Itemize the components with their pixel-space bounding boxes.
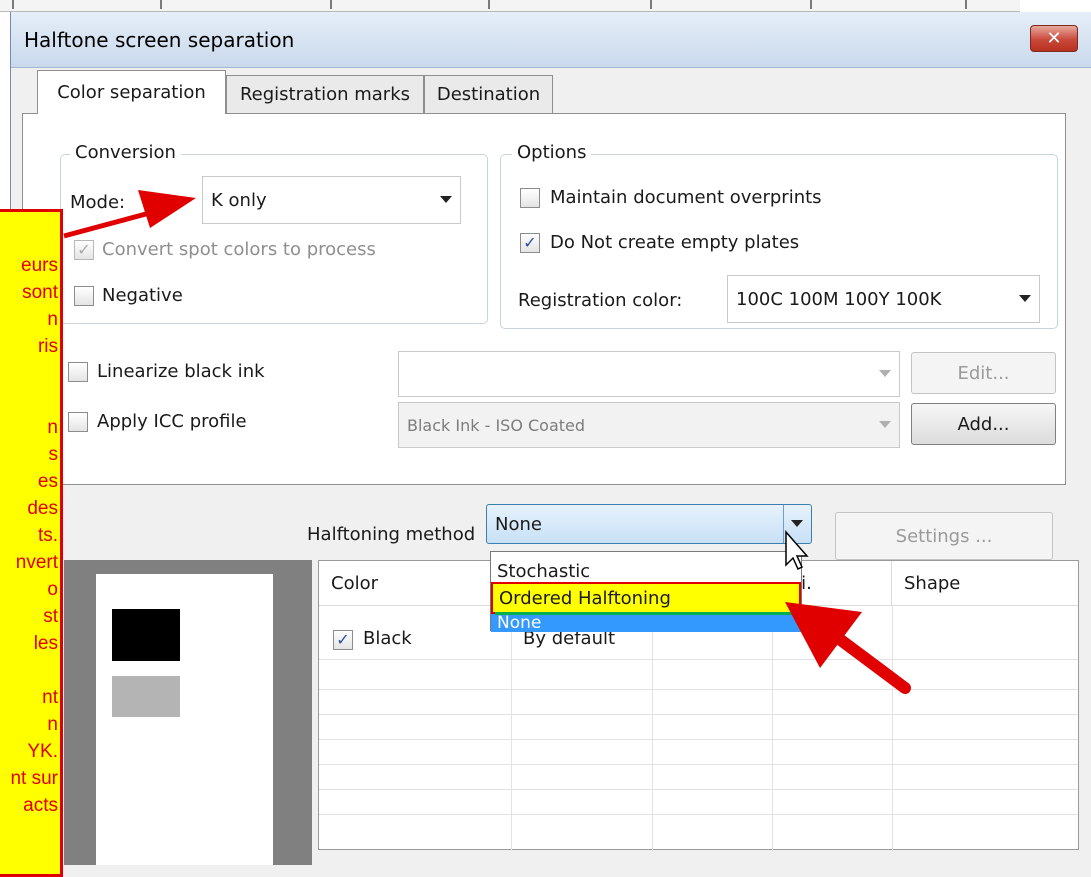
linearize-checkbox[interactable] [68, 362, 88, 382]
tab-label: Destination [436, 84, 541, 105]
chevron-down-icon [791, 520, 803, 527]
icc-profile-label: Apply ICC profile [97, 411, 247, 432]
option-ordered-halftoning[interactable]: Ordered Halftoning [491, 582, 801, 614]
tab-label: Color separation [57, 82, 206, 103]
option-none[interactable]: None [491, 613, 801, 633]
linearize-curve-select[interactable] [398, 351, 900, 397]
options-legend: Options [512, 142, 592, 163]
conversion-legend: Conversion [70, 142, 181, 163]
icc-profile-checkbox[interactable] [68, 412, 88, 432]
tab-color-separation[interactable]: Color separation [37, 70, 226, 114]
column-header-shape[interactable]: Shape [892, 561, 1078, 606]
convert-spot-label: Convert spot colors to process [102, 239, 376, 260]
plate-black-checkbox[interactable]: ✓ [333, 630, 353, 650]
checkmark-icon: ✓ [523, 233, 537, 252]
edit-button-label: Edit... [957, 362, 1010, 384]
preview-black-swatch [112, 609, 180, 661]
icc-profile-value: Black Ink - ISO Coated [407, 415, 586, 435]
edit-button[interactable]: Edit... [911, 352, 1056, 394]
icc-profile-select[interactable]: Black Ink - ISO Coated [398, 402, 900, 448]
tab-registration-marks[interactable]: Registration marks [226, 75, 424, 113]
mode-value: K only [211, 189, 267, 211]
registration-color-select[interactable]: 100C 100M 100Y 100K [727, 275, 1040, 323]
halftoning-method-dropdown: Stochastic Ordered Halftoning None [490, 551, 802, 633]
highlight-underline [495, 612, 799, 615]
halftoning-method-label: Halftoning method [307, 524, 476, 545]
registration-color-label: Registration color: [518, 290, 683, 311]
negative-label: Negative [102, 285, 183, 306]
title-bar: Halftone screen separation ✕ [11, 12, 1091, 68]
chevron-down-icon [1019, 295, 1031, 302]
checkmark-icon: ✓ [77, 240, 91, 259]
add-button-label: Add... [957, 413, 1010, 435]
preview-gray-swatch [112, 676, 180, 717]
close-icon: ✕ [1046, 28, 1062, 49]
linearize-label: Linearize black ink [97, 361, 265, 382]
annotation-callout: eurs sont n ris n s es des ts. nvert o s… [0, 209, 63, 877]
negative-checkbox[interactable] [74, 286, 94, 306]
column-header-color[interactable]: Color [319, 561, 511, 606]
maintain-overprints-checkbox[interactable] [520, 188, 540, 208]
mode-select[interactable]: K only [202, 176, 461, 224]
no-empty-plates-label: Do Not create empty plates [550, 232, 800, 253]
plate-color-name: Black [363, 628, 412, 649]
annotation-text: eurs sont n ris n s es des ts. nvert o s… [10, 255, 58, 816]
registration-color-value: 100C 100M 100Y 100K [736, 288, 942, 310]
add-profile-button[interactable]: Add... [911, 403, 1056, 445]
tab-destination[interactable]: Destination [424, 75, 553, 113]
window-title: Halftone screen separation [24, 28, 295, 52]
option-stochastic[interactable]: Stochastic [491, 560, 801, 582]
mode-label: Mode: [70, 192, 126, 213]
halftoning-settings-button[interactable]: Settings ... [835, 512, 1053, 560]
tab-label: Registration marks [239, 84, 411, 105]
top-ruler [0, 0, 1020, 12]
close-button[interactable]: ✕ [1030, 25, 1078, 52]
maintain-overprints-label: Maintain document overprints [550, 187, 822, 208]
chevron-down-icon [879, 421, 891, 428]
convert-spot-checkbox[interactable]: ✓ [74, 240, 94, 260]
settings-button-label: Settings ... [895, 525, 993, 547]
halftoning-method-value: None [495, 513, 542, 535]
chevron-down-icon [440, 196, 452, 203]
checkmark-icon: ✓ [336, 630, 350, 649]
no-empty-plates-checkbox[interactable]: ✓ [520, 233, 540, 253]
halftoning-method-select[interactable]: None [486, 504, 812, 544]
chevron-down-icon [879, 370, 891, 377]
